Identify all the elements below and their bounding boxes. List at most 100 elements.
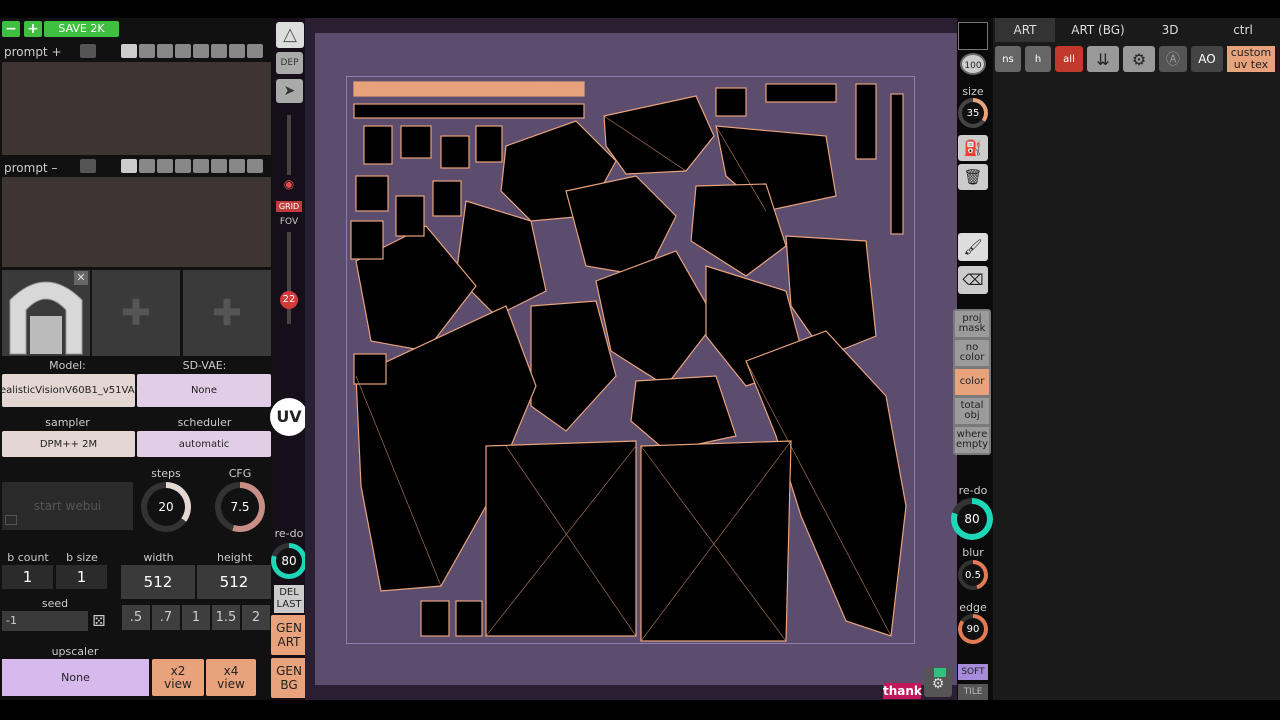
blur-dial[interactable]: 0.5 xyxy=(958,560,988,590)
thank-badge[interactable]: thank xyxy=(883,683,922,699)
slot-chip[interactable] xyxy=(229,44,245,58)
prompt-icon[interactable] xyxy=(80,159,96,173)
slot-chip[interactable] xyxy=(247,44,263,58)
sampler-select[interactable]: DPM++ 2M xyxy=(2,431,135,457)
ratio-button[interactable]: 2 xyxy=(242,605,270,630)
tab-art[interactable]: ART xyxy=(995,18,1055,42)
steps-dial[interactable]: 20 xyxy=(141,482,191,532)
slot-chip[interactable] xyxy=(175,159,191,173)
total-obj-mode[interactable]: total obj xyxy=(955,398,989,424)
upscaler-select[interactable]: None xyxy=(2,659,149,696)
slot-chip[interactable] xyxy=(193,44,209,58)
x4-view-button[interactable]: x4 view xyxy=(206,659,256,696)
paint-bucket-icon[interactable]: ⛽ xyxy=(958,135,988,161)
slot-chip[interactable] xyxy=(229,159,245,173)
close-icon[interactable]: ✕ xyxy=(74,271,88,285)
save-2k-button[interactable]: SAVE 2K xyxy=(44,21,119,37)
slot-chip[interactable] xyxy=(121,44,137,58)
slider-track[interactable] xyxy=(287,115,291,175)
gear-icon[interactable]: ⚙ xyxy=(1123,46,1155,72)
slot-chip[interactable] xyxy=(211,159,227,173)
sort-down-icon[interactable]: ⇊ xyxy=(1087,46,1119,72)
vae-select[interactable]: None xyxy=(137,374,271,407)
tab-art-bg[interactable]: ART (BG) xyxy=(1058,18,1138,42)
del-last-button[interactable]: DEL LAST xyxy=(274,585,304,613)
slot-chip[interactable] xyxy=(121,159,137,173)
slot-chip[interactable] xyxy=(193,159,209,173)
slot-chip[interactable] xyxy=(139,44,155,58)
color-swatch[interactable] xyxy=(958,22,988,50)
redo-dial[interactable]: 80 xyxy=(271,543,307,579)
dice-icon[interactable]: ⚄ xyxy=(90,611,108,631)
height-label: height xyxy=(216,551,253,564)
height-field[interactable]: 512 xyxy=(197,565,271,599)
no-color-mode[interactable]: no color xyxy=(955,340,989,366)
prompt-positive-label: prompt + xyxy=(4,45,62,59)
tile-button[interactable]: TILE xyxy=(958,684,988,700)
bsize-label: b size xyxy=(66,551,98,564)
model-select[interactable]: realisticVisionV60B1_v51VAE xyxy=(0,374,141,407)
bsize-field[interactable]: 1 xyxy=(56,565,107,589)
color-mode[interactable]: color xyxy=(955,369,989,395)
prompt-negative-input[interactable] xyxy=(2,177,271,267)
slot-chip[interactable] xyxy=(247,159,263,173)
trash-ns-button[interactable]: ns xyxy=(995,46,1021,72)
slot-chip[interactable] xyxy=(157,44,173,58)
redo-dial[interactable]: 80 xyxy=(951,498,993,540)
cfg-dial[interactable]: 7.5 xyxy=(215,482,265,532)
trash-all-label: all xyxy=(1063,53,1075,65)
fov-slider[interactable] xyxy=(287,232,291,324)
prompt-icon[interactable] xyxy=(80,44,96,58)
prompt-positive-input[interactable] xyxy=(2,62,271,155)
soft-button[interactable]: SOFT xyxy=(958,664,988,680)
tab-3d[interactable]: 3D xyxy=(1140,18,1200,42)
folder-icon[interactable] xyxy=(5,515,17,525)
scheduler-select[interactable]: automatic xyxy=(137,431,271,457)
redo-label: re-do xyxy=(958,484,988,497)
x2-view-button[interactable]: x2 view xyxy=(152,659,204,696)
add-image-slot[interactable]: ✚ xyxy=(183,270,271,356)
gen-bg-button[interactable]: GEN BG xyxy=(271,658,307,698)
plus-button[interactable]: + xyxy=(24,21,42,37)
blur-label: blur xyxy=(962,546,984,559)
edge-dial[interactable]: 90 xyxy=(958,614,988,644)
steps-value: 20 xyxy=(147,488,185,526)
slot-chip[interactable] xyxy=(139,159,155,173)
uv-button[interactable]: UV xyxy=(270,398,308,436)
trash-ns-label: ns xyxy=(1002,53,1014,65)
uv-islands xyxy=(350,81,907,642)
ratio-button[interactable]: .7 xyxy=(152,605,180,630)
ratio-button[interactable]: 1.5 xyxy=(212,605,240,630)
trash-icon[interactable]: 🗑 xyxy=(958,164,988,190)
dep-button[interactable]: DEP xyxy=(276,52,303,74)
text-a-icon[interactable]: Ⓐ xyxy=(1159,46,1187,72)
minus-button[interactable]: − xyxy=(2,21,20,37)
width-field[interactable]: 512 xyxy=(121,565,195,599)
slot-chip[interactable] xyxy=(157,159,173,173)
camera-icon[interactable]: ◉ xyxy=(281,177,297,191)
grid-button[interactable]: GRID xyxy=(276,201,302,212)
trash-all-button[interactable]: all xyxy=(1055,46,1083,72)
tab-ctrl[interactable]: ctrl xyxy=(1210,18,1276,42)
triangle-tool-icon[interactable]: △ xyxy=(276,22,304,48)
where-empty-mode[interactable]: where empty xyxy=(955,427,989,453)
ratio-button[interactable]: 1 xyxy=(182,605,210,630)
custom-uv-tex-button[interactable]: custom uv tex xyxy=(1227,46,1275,72)
cursor-icon[interactable]: ➤ xyxy=(276,79,303,103)
fov-value[interactable]: 22 xyxy=(280,291,298,309)
size-dial[interactable]: 35 xyxy=(958,98,988,128)
seed-input[interactable]: -1 xyxy=(2,611,88,631)
gen-art-button[interactable]: GEN ART xyxy=(271,615,307,655)
slot-chip[interactable] xyxy=(175,44,191,58)
eraser-icon[interactable]: ⌫ xyxy=(958,266,988,294)
slot-chip[interactable] xyxy=(211,44,227,58)
ratio-button[interactable]: .5 xyxy=(122,605,150,630)
opacity-dial[interactable]: 100 xyxy=(960,53,986,75)
trash-h-button[interactable]: h xyxy=(1025,46,1051,72)
start-webui-button[interactable]: start webui xyxy=(2,482,133,530)
proj-mask-mode[interactable]: proj mask xyxy=(955,311,989,337)
brush-icon[interactable]: 🖌 xyxy=(958,233,988,261)
add-image-slot[interactable]: ✚ xyxy=(92,270,180,356)
ao-button[interactable]: AO xyxy=(1191,46,1223,72)
bcount-field[interactable]: 1 xyxy=(2,565,53,589)
